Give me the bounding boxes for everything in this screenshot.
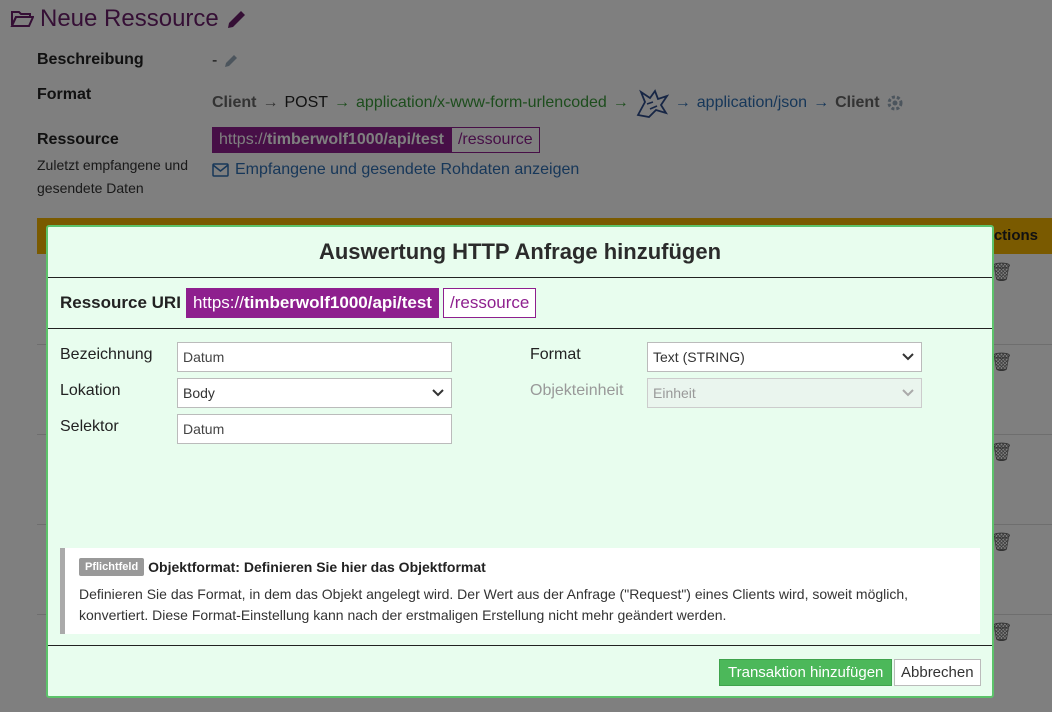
selector-label: Selektor [60,418,119,435]
selector-input[interactable]: Datum [177,414,452,444]
format-select-value: Text (STRING) [653,349,745,365]
dialog-uri-path: /ressource [442,288,537,318]
required-badge: Pflichtfeld [79,558,145,576]
evaluation-form: Bezeichnung Datum Lokation Body Selektor… [48,329,992,644]
unit-select: Einheit [647,378,922,408]
dialog-uri-host: timberwolf1000/api/test [243,293,432,312]
dialog-uri-base: https://timberwolf1000/api/test [185,288,439,318]
format-select[interactable]: Text (STRING) [647,342,922,372]
help-note: Pflichtfeld Objektformat: Definieren Sie… [60,548,980,634]
dialog-title: Auswertung HTTP Anfrage hinzufügen [48,227,992,278]
help-note-header: Pflichtfeld Objektformat: Definieren Sie… [79,558,966,576]
location-select-value: Body [183,385,215,401]
cancel-button[interactable]: Abbrechen [894,659,981,686]
chevron-down-icon [902,389,914,397]
format-field-label: Format [530,346,581,363]
dialog-resource-uri: Ressource URI https://timberwolf1000/api… [48,278,992,329]
dialog-uri-scheme: https:// [192,293,244,312]
add-evaluation-dialog: Auswertung HTTP Anfrage hinzufügen Resso… [46,225,994,698]
resource-uri-label: Ressource URI [60,293,181,312]
help-note-title: Objektformat: Definieren Sie hier das Ob… [148,559,486,575]
name-label: Bezeichnung [60,346,153,363]
location-select[interactable]: Body [177,378,452,408]
unit-label: Objekteinheit [530,382,624,399]
unit-select-value: Einheit [653,385,696,401]
chevron-down-icon [432,389,444,397]
name-input[interactable]: Datum [177,342,452,372]
chevron-down-icon [902,353,914,361]
dialog-footer: Transaktion hinzufügen Abbrechen [48,645,992,698]
add-transaction-button[interactable]: Transaktion hinzufügen [719,659,893,686]
location-label: Lokation [60,382,121,399]
help-note-body: Definieren Sie das Format, in dem das Ob… [79,586,909,623]
